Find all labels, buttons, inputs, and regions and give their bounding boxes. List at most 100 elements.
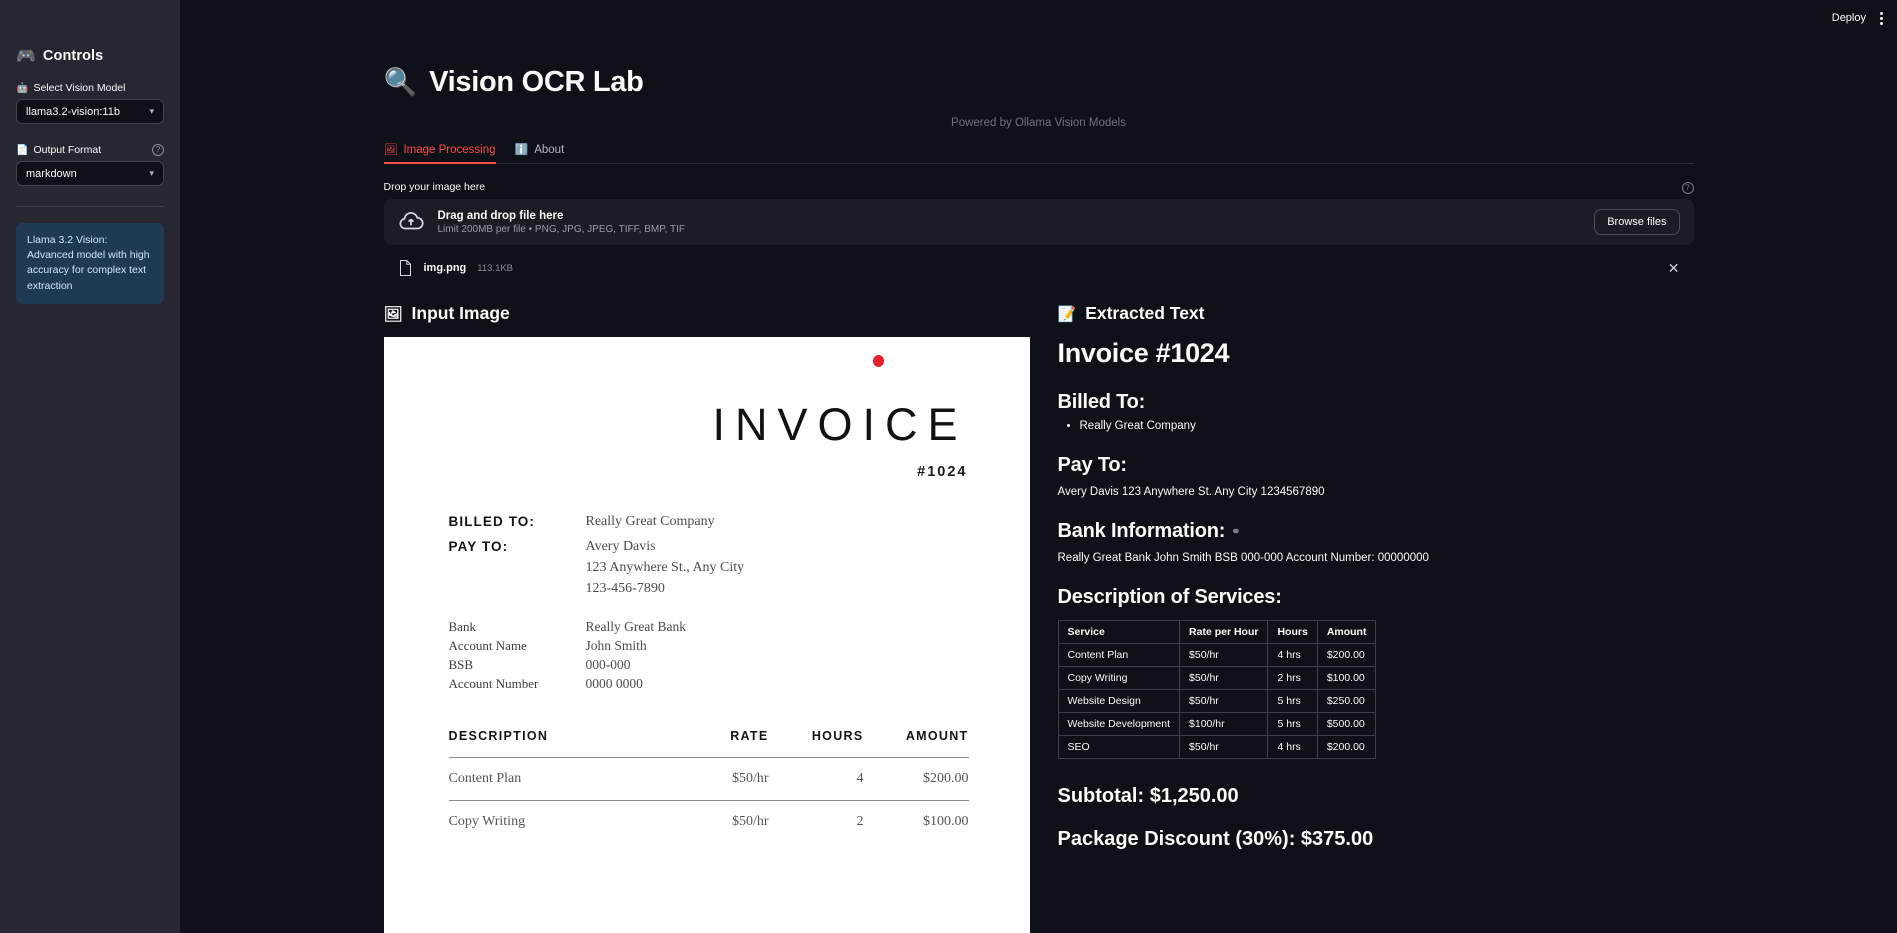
cell-hours: 5 hrs xyxy=(1268,690,1317,713)
cell-amount: $200.00 xyxy=(1317,736,1376,759)
invoice-account-name-value: John Smith xyxy=(586,638,647,654)
invoice-bank-row: BankReally Great Bank xyxy=(449,619,969,635)
extracted-bank-heading-text: Bank Information: xyxy=(1058,520,1226,542)
upload-label-text: Drop your image here xyxy=(384,181,486,193)
extracted-pay-to-text: Avery Davis 123 Anywhere St. Any City 12… xyxy=(1058,486,1694,498)
extracted-services-heading: Description of Services: xyxy=(1058,586,1694,609)
invoice-account-number-key: Account Number xyxy=(449,676,586,692)
invoice-number: #1024 xyxy=(917,464,967,480)
help-icon[interactable]: ? xyxy=(1682,182,1694,194)
uploaded-file-size: 113.1KB xyxy=(477,263,513,274)
list-item: Really Great Company xyxy=(1080,420,1694,432)
invoice-pay-to-address: 123 Anywhere St., Any City xyxy=(586,560,745,576)
output-format-label: 📄 Output Format ? xyxy=(16,144,164,156)
controls-header: 🎮 Controls xyxy=(16,46,164,66)
upload-cloud-icon xyxy=(398,209,424,235)
kebab-menu-icon[interactable] xyxy=(1880,10,1883,27)
invoice-th-hours: HOURS xyxy=(769,729,864,743)
remove-file-icon[interactable]: ✕ xyxy=(1668,260,1680,277)
cell-amount: $250.00 xyxy=(1317,690,1376,713)
invoice-row-rate: $50/hr xyxy=(669,814,769,830)
invoice-billed-to-row: BILLED TO: Really Great Company xyxy=(449,514,969,530)
browse-files-button[interactable]: Browse files xyxy=(1594,209,1679,235)
file-icon xyxy=(398,259,413,277)
content-columns: 🖼 Input Image INVOICE #1024 BILLED TO: R… xyxy=(384,303,1694,933)
cell-rate: $50/hr xyxy=(1180,736,1268,759)
tab-bar: 🖼 Image Processing ℹ️ About xyxy=(384,143,1694,164)
chevron-down-icon: ▾ xyxy=(149,106,154,117)
invoice-account-number-value: 0000 0000 xyxy=(586,676,643,692)
app-title-text: Vision OCR Lab xyxy=(429,66,643,99)
invoice-red-dot xyxy=(873,355,884,367)
output-format-select[interactable]: markdown ▾ xyxy=(16,161,164,186)
vision-model-value: llama3.2-vision:11b xyxy=(26,106,120,118)
invoice-parties: BILLED TO: Really Great Company PAY TO: … xyxy=(449,514,969,606)
cell-amount: $500.00 xyxy=(1317,713,1376,736)
invoice-row-hours: 4 xyxy=(769,771,864,787)
invoice-account-number-row: Account Number0000 0000 xyxy=(449,676,969,692)
invoice-line-items: DESCRIPTION RATE HOURS AMOUNT Content Pl… xyxy=(449,729,969,843)
invoice-bsb-key: BSB xyxy=(449,657,586,673)
output-format-value: markdown xyxy=(26,168,77,180)
table-row: Copy Writing $50/hr 2 hrs $100.00 xyxy=(1058,667,1376,690)
invoice-bank-block: BankReally Great Bank Account NameJohn S… xyxy=(449,619,969,695)
upload-section-label: Drop your image here ? xyxy=(384,181,1694,193)
sidebar-divider xyxy=(16,206,164,207)
cell-service: SEO xyxy=(1058,736,1180,759)
tab-image-processing-label: Image Processing xyxy=(403,144,495,156)
invoice-row-amount: $100.00 xyxy=(864,814,969,830)
robot-icon: 🤖 xyxy=(16,83,28,94)
picture-icon: 🖼 xyxy=(384,143,398,156)
invoice-row-description: Content Plan xyxy=(449,771,669,787)
table-row: Website Development $100/hr 5 hrs $500.0… xyxy=(1058,713,1376,736)
cell-service: Copy Writing xyxy=(1058,667,1180,690)
cell-rate: $50/hr xyxy=(1180,690,1268,713)
cell-hours: 4 hrs xyxy=(1268,644,1317,667)
input-image-header: 🖼 Input Image xyxy=(384,303,1020,324)
main-content: 🔍 Vision OCR Lab Powered by Ollama Visio… xyxy=(180,0,1897,933)
invoice-account-name-row: Account NameJohn Smith xyxy=(449,638,969,654)
extracted-pay-to-heading: Pay To: xyxy=(1058,454,1694,477)
extracted-bank-text: Really Great Bank John Smith BSB 000-000… xyxy=(1058,552,1694,564)
extracted-text-title: Extracted Text xyxy=(1085,303,1204,324)
input-image-title: Input Image xyxy=(412,303,510,324)
cell-rate: $50/hr xyxy=(1180,644,1268,667)
vision-model-select[interactable]: llama3.2-vision:11b ▾ xyxy=(16,99,164,124)
file-dropzone[interactable]: Drag and drop file here Limit 200MB per … xyxy=(384,199,1694,245)
cell-hours: 4 hrs xyxy=(1268,736,1317,759)
picture-icon: 🖼 xyxy=(384,305,403,323)
uploaded-file-row: img.png 113.1KB ✕ xyxy=(384,249,1694,287)
tab-about[interactable]: ℹ️ About xyxy=(515,143,565,163)
input-image-panel: 🖼 Input Image INVOICE #1024 BILLED TO: R… xyxy=(384,303,1020,933)
th-amount: Amount xyxy=(1317,621,1376,644)
extracted-billed-to-heading: Billed To: xyxy=(1058,391,1694,414)
dropzone-texts: Drag and drop file here Limit 200MB per … xyxy=(438,210,685,235)
dropzone-title: Drag and drop file here xyxy=(438,210,685,222)
th-service: Service xyxy=(1058,621,1180,644)
help-icon[interactable]: ? xyxy=(152,144,164,156)
invoice-billed-to-value: Really Great Company xyxy=(586,514,715,530)
invoice-table-row: Content Plan $50/hr 4 $200.00 xyxy=(449,757,969,800)
app-subtitle: Powered by Ollama Vision Models xyxy=(384,117,1694,129)
model-info-box: Llama 3.2 Vision: Advanced model with hi… xyxy=(16,223,164,304)
anchor-link-icon[interactable]: ⚭ xyxy=(1231,526,1240,538)
deploy-button[interactable]: Deploy xyxy=(1832,12,1866,24)
invoice-bsb-value: 000-000 xyxy=(586,657,631,673)
invoice-account-name-key: Account Name xyxy=(449,638,586,654)
extracted-text-panel: 📝 Extracted Text Invoice #1024 Billed To… xyxy=(1058,303,1694,933)
invoice-row-description: Copy Writing xyxy=(449,814,669,830)
magnifying-glass-icon: 🔍 xyxy=(384,69,418,96)
cell-amount: $200.00 xyxy=(1317,644,1376,667)
extracted-discount: Package Discount (30%): $375.00 xyxy=(1058,828,1694,851)
invoice-bsb-row: BSB000-000 xyxy=(449,657,969,673)
tab-image-processing[interactable]: 🖼 Image Processing xyxy=(384,143,496,163)
page-icon: 📄 xyxy=(16,145,28,156)
invoice-image[interactable]: INVOICE #1024 BILLED TO: Really Great Co… xyxy=(384,337,1030,933)
extracted-text-header: 📝 Extracted Text xyxy=(1058,303,1694,324)
invoice-row-hours: 2 xyxy=(769,814,864,830)
chevron-down-icon: ▾ xyxy=(149,168,154,179)
th-rate-per-hour: Rate per Hour xyxy=(1180,621,1268,644)
invoice-pay-to-phone: 123-456-7890 xyxy=(586,581,745,597)
invoice-table-header: DESCRIPTION RATE HOURS AMOUNT xyxy=(449,729,969,757)
th-hours: Hours xyxy=(1268,621,1317,644)
